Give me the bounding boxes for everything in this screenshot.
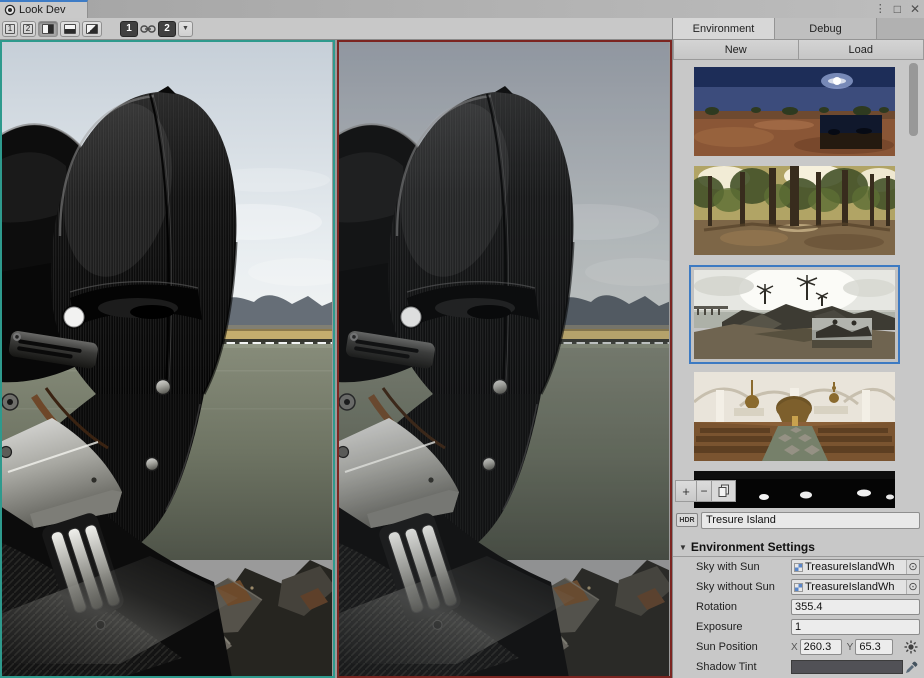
exposure-input[interactable]: [791, 619, 920, 635]
row-exposure: Exposure: [673, 617, 924, 637]
cubemap-icon: [794, 563, 803, 572]
tab-debug[interactable]: Debug: [775, 18, 877, 39]
tab-look-dev[interactable]: Look Dev: [0, 0, 88, 18]
duplicate-environment-button[interactable]: [712, 480, 736, 502]
split-diagonal-button[interactable]: [82, 21, 102, 37]
exposure-label: Exposure: [696, 621, 791, 633]
eyedropper-icon[interactable]: [905, 661, 918, 674]
split-horizontal-icon: [64, 24, 76, 34]
maximize-icon[interactable]: □: [894, 0, 901, 18]
row-rotation: Rotation: [673, 597, 924, 617]
thumbnail-desert-panorama[interactable]: [694, 67, 895, 156]
tabs-filler: [877, 18, 924, 39]
rotation-input[interactable]: [791, 599, 920, 615]
split-diagonal-icon: [86, 24, 98, 34]
camera-options-dropdown[interactable]: ▼: [178, 21, 193, 37]
split-vertical-button[interactable]: [38, 21, 58, 37]
close-icon[interactable]: ✕: [910, 0, 920, 18]
link-cameras-button[interactable]: [140, 21, 156, 37]
camera-1-button[interactable]: 1: [120, 21, 138, 37]
title-strip: Look Dev ⋮ □ ✕: [0, 0, 924, 18]
object-picker-icon[interactable]: ⊙: [906, 580, 919, 594]
tab-environment[interactable]: Environment: [673, 18, 775, 39]
lookdev-render-viewport[interactable]: [0, 40, 672, 678]
window-menu-icon[interactable]: ⋮: [875, 0, 885, 18]
render-pane-1: [0, 42, 352, 678]
rotation-label: Rotation: [696, 601, 791, 613]
remove-environment-button[interactable]: −: [697, 480, 712, 502]
sun-y-input[interactable]: [855, 639, 893, 655]
duplicate-icon: [718, 484, 730, 498]
thumbnail-church-interior-panorama[interactable]: [694, 372, 895, 461]
shadow-tint-label: Shadow Tint: [696, 661, 791, 673]
row-sun-position: Sun Position X Y: [673, 637, 924, 657]
environment-name-input[interactable]: [701, 512, 920, 529]
shadow-tint-color-swatch[interactable]: [791, 660, 903, 674]
thumbnail-list-toolbar: + −: [675, 480, 736, 502]
environment-panel: Environment Debug New Load: [672, 18, 924, 678]
foldout-arrow-icon: ▼: [679, 543, 687, 552]
row-shadow-tint: Shadow Tint: [673, 657, 924, 677]
sun-position-label: Sun Position: [696, 641, 791, 653]
environment-settings-header[interactable]: ▼ Environment Settings: [673, 538, 924, 557]
sun-icon[interactable]: [904, 640, 918, 654]
environment-thumbnail-list: + −: [673, 60, 924, 508]
hdr-badge: HDR: [676, 513, 698, 527]
window-title: Look Dev: [19, 4, 65, 16]
lookdev-toolbar: 1 2 1 2 ▼: [0, 18, 672, 40]
thumbnail-forest-panorama[interactable]: [694, 166, 895, 255]
split-horizontal-button[interactable]: [60, 21, 80, 37]
sky-without-sun-object-field[interactable]: TreasureIslandWh ⊙: [791, 579, 920, 595]
single-view-1-button[interactable]: 1: [2, 21, 18, 37]
camera-2-button[interactable]: 2: [158, 21, 176, 37]
row-sky-without-sun: Sky without Sun TreasureIslandWh ⊙: [673, 577, 924, 597]
eye-icon: [4, 4, 16, 16]
sun-y-label: Y: [847, 642, 854, 653]
sky-without-sun-label: Sky without Sun: [696, 581, 791, 593]
single-view-2-button[interactable]: 2: [20, 21, 36, 37]
load-button[interactable]: Load: [799, 40, 924, 60]
split-vertical-icon: [42, 24, 54, 34]
panel-scrollbar-thumb[interactable]: [909, 63, 918, 136]
sun-x-label: X: [791, 642, 798, 653]
settings-title: Environment Settings: [691, 540, 815, 554]
sky-with-sun-object-field[interactable]: TreasureIslandWh ⊙: [791, 559, 920, 575]
sky-with-sun-label: Sky with Sun: [696, 561, 791, 573]
link-icon: [140, 24, 156, 34]
new-button[interactable]: New: [673, 40, 799, 60]
selected-thumbnail-frame: [689, 265, 900, 364]
object-picker-icon[interactable]: ⊙: [906, 560, 919, 574]
thumbnail-treasure-island-panorama[interactable]: [694, 270, 895, 359]
row-sky-with-sun: Sky with Sun TreasureIslandWh ⊙: [673, 557, 924, 577]
sun-x-input[interactable]: [800, 639, 842, 655]
add-environment-button[interactable]: +: [675, 480, 697, 502]
render-pane-2: [337, 42, 672, 678]
cubemap-icon: [794, 583, 803, 592]
panel-tabs: Environment Debug: [673, 18, 924, 40]
